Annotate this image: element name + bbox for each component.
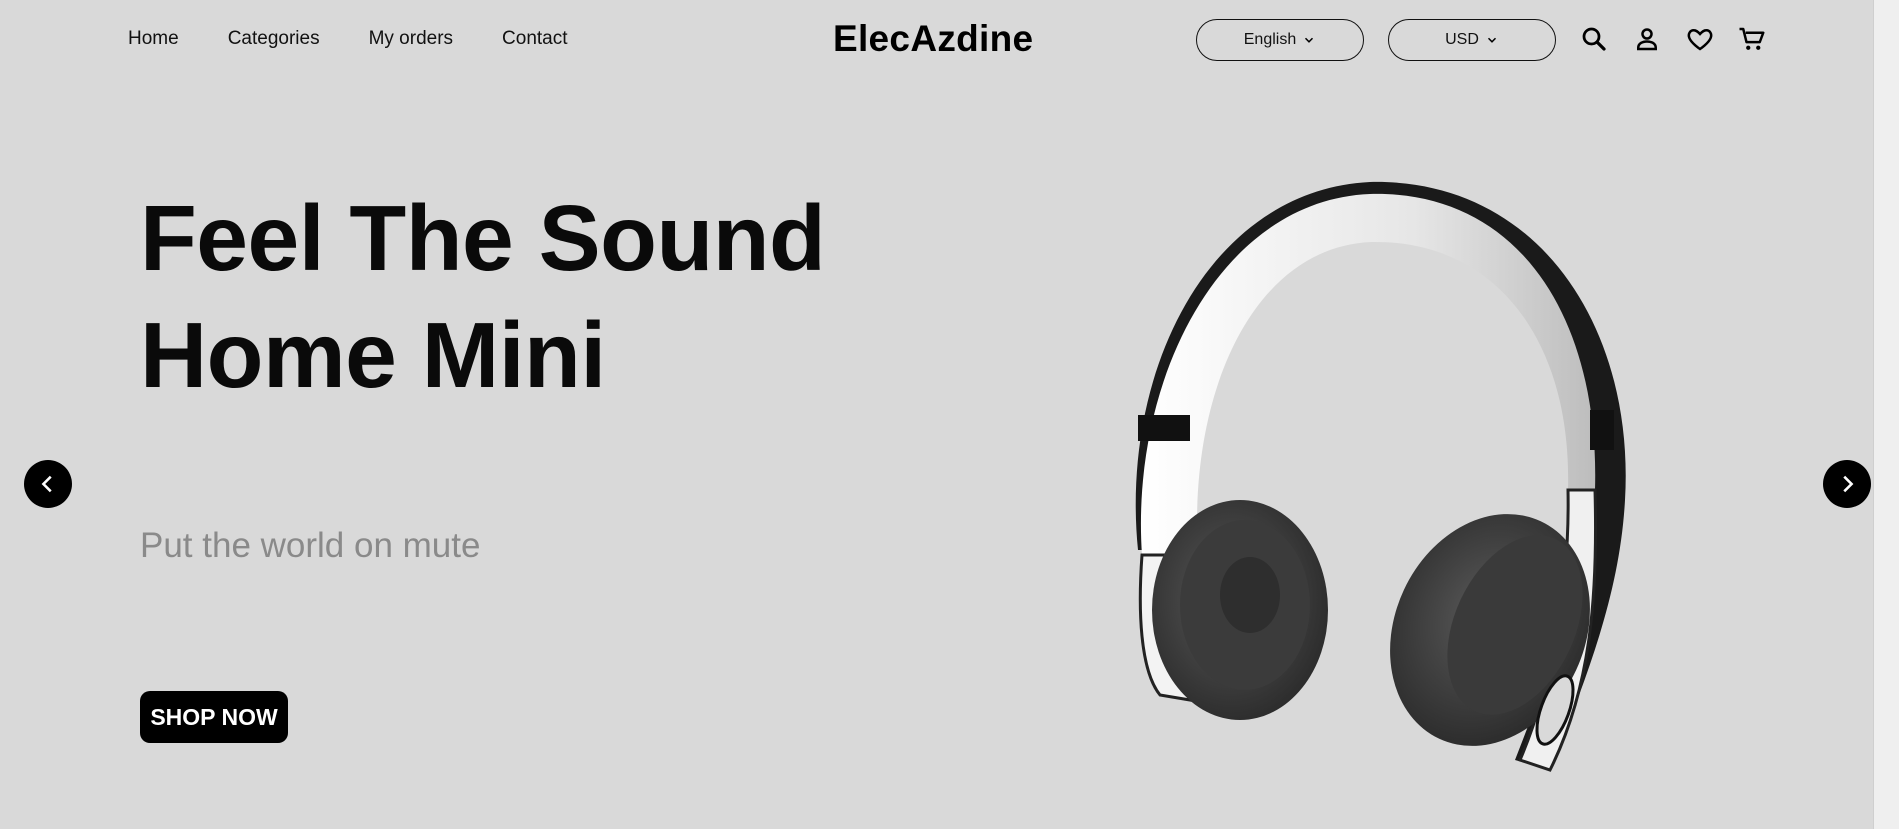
language-value: English — [1243, 31, 1297, 48]
hero-subtitle: Put the world on mute — [140, 526, 481, 565]
carousel-prev-button[interactable] — [24, 460, 72, 508]
hero-title-line-2: Home Mini — [140, 303, 606, 407]
shop-now-button[interactable]: SHOP NOW — [140, 691, 288, 743]
currency-value: USD — [1445, 31, 1479, 48]
carousel-next-button[interactable] — [1823, 460, 1871, 508]
chevron-down-icon — [1487, 37, 1496, 43]
search-icon[interactable] — [1579, 24, 1609, 54]
language-select[interactable]: English — [1196, 19, 1364, 61]
hero-title-line-1: Feel The Sound — [140, 186, 826, 290]
site-logo[interactable]: ElecAzdine — [833, 18, 1033, 60]
chevron-left-icon — [41, 475, 52, 493]
main-nav: Home Categories My orders Contact — [128, 28, 568, 50]
hero-title: Feel The Sound Home Mini — [140, 180, 826, 414]
chevron-down-icon — [1305, 37, 1314, 43]
chevron-right-icon — [1843, 475, 1854, 493]
scrollbar-track[interactable] — [1873, 0, 1899, 829]
cart-icon[interactable] — [1737, 24, 1767, 54]
nav-home[interactable]: Home — [128, 28, 179, 50]
nav-my-orders[interactable]: My orders — [369, 28, 453, 50]
account-icon[interactable] — [1632, 24, 1662, 54]
headphones-image — [1135, 181, 1626, 772]
currency-select[interactable]: USD — [1388, 19, 1556, 61]
nav-contact[interactable]: Contact — [502, 28, 567, 50]
nav-categories[interactable]: Categories — [228, 28, 320, 50]
heart-icon[interactable] — [1685, 24, 1715, 54]
